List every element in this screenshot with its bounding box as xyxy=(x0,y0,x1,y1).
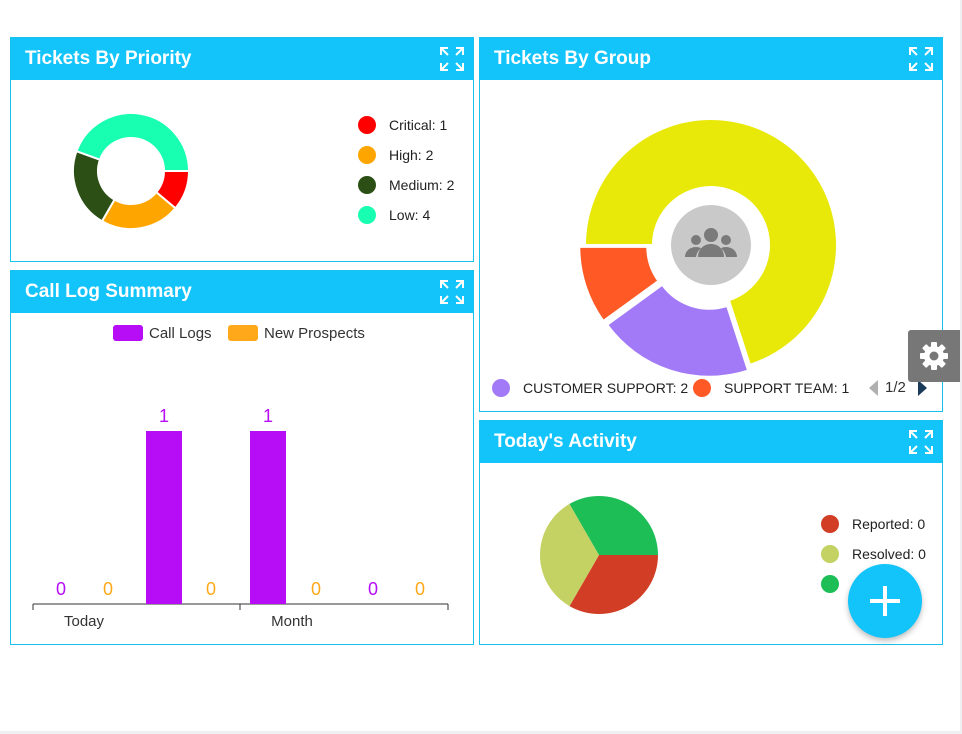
legend-label: High: 2 xyxy=(389,147,434,163)
expand-icon[interactable] xyxy=(908,46,934,72)
bar-value-label: 0 xyxy=(56,579,66,599)
legend-dot xyxy=(693,379,711,397)
legend-label: Resolved: 0 xyxy=(852,546,926,562)
bar-value-label: 0 xyxy=(311,579,321,599)
legend-pager: 1/2 xyxy=(885,379,906,396)
chevron-left-icon[interactable] xyxy=(867,379,879,397)
bar-value-label: 1 xyxy=(263,406,273,426)
bar-value-label: 0 xyxy=(206,579,216,599)
legend-label: CUSTOMER SUPPORT: 2 xyxy=(523,380,689,396)
expand-icon[interactable] xyxy=(439,46,465,72)
panel-header: Call Log Summary xyxy=(11,271,473,313)
users-group-glyph xyxy=(685,228,737,257)
legend-swatch xyxy=(228,325,258,341)
tickets-by-group-panel: Tickets By Group CUSTOMER SUPPORT: 2 SUP… xyxy=(479,37,943,412)
panel-header: Tickets By Priority xyxy=(11,38,473,80)
bar-value-label: 0 xyxy=(368,579,378,599)
panel-header: Today's Activity xyxy=(480,421,942,463)
panel-header: Tickets By Group xyxy=(480,38,942,80)
bar[interactable] xyxy=(250,431,286,604)
settings-button[interactable] xyxy=(908,330,960,382)
x-tick-label: Today xyxy=(64,613,105,630)
legend-new-prospects[interactable]: New Prospects xyxy=(228,325,365,342)
legend-label: Medium: 2 xyxy=(389,177,455,193)
panel-title: Tickets By Priority xyxy=(25,48,192,69)
panel-title: Today's Activity xyxy=(494,431,637,452)
panel-title: Call Log Summary xyxy=(25,281,192,302)
legend-label: Low: 4 xyxy=(389,207,431,223)
plus-icon xyxy=(870,586,900,616)
activity-pie-chart xyxy=(540,496,658,614)
add-button[interactable] xyxy=(848,564,922,638)
call-log-summary-panel: Call Log Summary Call Logs New Prospects… xyxy=(10,270,474,645)
bar[interactable] xyxy=(146,431,182,604)
bar-value-label: 0 xyxy=(103,579,113,599)
expand-icon[interactable] xyxy=(908,429,934,455)
legend-swatch xyxy=(113,325,143,341)
legend-dot xyxy=(821,515,839,533)
legend-dot xyxy=(358,146,376,164)
legend-label: Reported: 0 xyxy=(852,516,926,532)
legend-label: Critical: 1 xyxy=(389,117,448,133)
gear-icon xyxy=(920,342,948,370)
bar-value-label: 0 xyxy=(415,579,425,599)
expand-icon[interactable] xyxy=(439,279,465,305)
legend-label: Call Logs xyxy=(149,325,212,342)
x-tick-label: Month xyxy=(271,613,313,630)
panel-title: Tickets By Group xyxy=(494,48,651,69)
legend-dot xyxy=(821,575,839,593)
bar-value-label: 1 xyxy=(159,406,169,426)
legend-dot xyxy=(358,116,376,134)
call-log-bar-chart: 0 0 1 0 1 0 0 0 Today Month xyxy=(32,406,449,630)
legend-dot xyxy=(358,206,376,224)
legend-dot xyxy=(492,379,510,397)
legend-dot xyxy=(821,545,839,563)
priority-donut-chart xyxy=(72,112,191,230)
legend-dot xyxy=(358,176,376,194)
legend-label: SUPPORT TEAM: 1 xyxy=(724,380,850,396)
users-group-icon xyxy=(671,205,751,285)
legend-label: New Prospects xyxy=(264,325,365,342)
legend-call-logs[interactable]: Call Logs xyxy=(113,325,212,342)
tickets-by-priority-panel: Tickets By Priority Critical: 1 High: 2 … xyxy=(10,37,474,262)
slice-medium[interactable] xyxy=(72,149,116,223)
